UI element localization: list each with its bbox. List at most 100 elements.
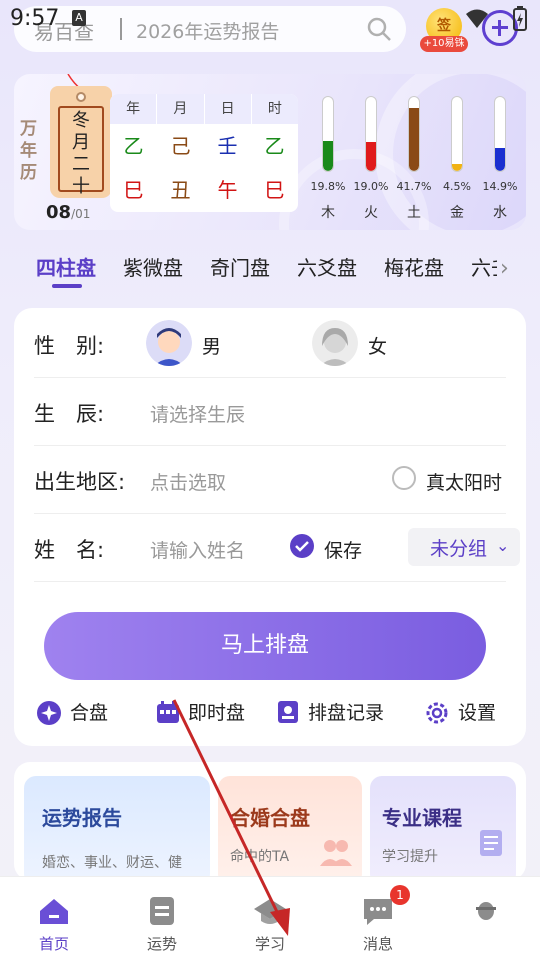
wannianli-char: 年 bbox=[20, 141, 37, 161]
element-tube bbox=[494, 96, 506, 172]
element-percent: 19.8% bbox=[310, 180, 346, 193]
element-fill bbox=[495, 148, 505, 171]
tool-hepan[interactable]: 合盘 bbox=[70, 698, 108, 725]
nav-label: 学习 bbox=[254, 935, 285, 953]
tab-liuyao[interactable]: 六爻盘 bbox=[297, 252, 357, 281]
chat-icon bbox=[364, 899, 392, 925]
bazi-table: 年 月 日 时 乙 己 壬 乙 巳 丑 午 巳 bbox=[110, 94, 298, 212]
nav-label: 首页 bbox=[38, 935, 69, 953]
nav-label: 运势 bbox=[146, 935, 177, 953]
nav-messages[interactable]: 1 消息 bbox=[324, 877, 432, 960]
chevron-down-icon: ⌄ bbox=[496, 536, 510, 555]
earthly-branch: 丑 bbox=[170, 178, 191, 202]
element-percent: 41.7% bbox=[396, 180, 432, 193]
save-checkbox-icon[interactable] bbox=[290, 534, 314, 558]
heavenly-stem: 乙 bbox=[264, 134, 285, 158]
tool-row: 合盘 即时盘 排盘记录 设置 bbox=[14, 690, 526, 736]
tab-ziwei[interactable]: 紫微盘 bbox=[123, 252, 183, 281]
heavenly-stem: 乙 bbox=[123, 134, 144, 158]
group-select[interactable]: 未分组 ⌄ bbox=[408, 528, 520, 566]
lunar-char: 二 bbox=[72, 154, 90, 175]
stem-row: 乙己壬乙 bbox=[110, 124, 298, 168]
lunar-char: 十 bbox=[72, 176, 90, 197]
save-label[interactable]: 保存 bbox=[324, 536, 362, 563]
nav-home[interactable]: 首页 bbox=[0, 877, 108, 960]
tab-meihua[interactable]: 梅花盘 bbox=[384, 252, 444, 281]
element-name: 金 bbox=[450, 205, 464, 221]
wannianli-char: 万 bbox=[20, 119, 37, 139]
card-subtitle: 婚恋、事业、财运、健 bbox=[42, 855, 182, 871]
nav-fortune[interactable]: 运势 bbox=[108, 877, 216, 960]
pillar-header: 日 bbox=[205, 94, 252, 124]
group-value: 未分组 bbox=[430, 538, 488, 560]
true-solar-radio[interactable] bbox=[392, 466, 416, 490]
card-courses[interactable]: 专业课程 学习提升 bbox=[370, 776, 516, 880]
wannianli-label: 万 年 历 bbox=[20, 118, 46, 184]
wifi-icon bbox=[466, 9, 488, 28]
gear-icon[interactable] bbox=[424, 700, 450, 726]
pillar-header: 时 bbox=[267, 101, 282, 117]
document-icon bbox=[150, 897, 174, 925]
solar-date: 08/01 bbox=[46, 202, 90, 223]
wannianli-char: 历 bbox=[20, 163, 37, 183]
female-avatar-icon[interactable] bbox=[312, 320, 358, 366]
element-fill bbox=[366, 142, 376, 171]
place-row[interactable]: 出生地区: 点击选取 真太阳时 bbox=[34, 446, 506, 514]
card-marriage-match[interactable]: 合婚合盘 命中的TA bbox=[218, 776, 362, 880]
earthly-branch: 午 bbox=[217, 178, 238, 202]
card-subtitle: 学习提升 bbox=[382, 849, 438, 865]
place-picker[interactable]: 点击选取 bbox=[150, 468, 226, 495]
nav-study[interactable]: 学习 bbox=[216, 877, 324, 960]
male-avatar-icon[interactable] bbox=[146, 320, 192, 366]
graduation-cap-icon bbox=[254, 899, 286, 924]
solar-month: /01 bbox=[71, 207, 91, 221]
tab-qimen[interactable]: 奇门盘 bbox=[210, 252, 270, 281]
notification-icon: A bbox=[72, 10, 86, 26]
place-label: 出生地区: bbox=[34, 470, 126, 494]
profile-icon bbox=[476, 902, 496, 920]
card-subtitle: 命中的TA bbox=[230, 849, 290, 865]
nav-label: 消息 bbox=[362, 935, 393, 953]
gender-row: 性 别: 男 女 bbox=[34, 310, 506, 378]
birth-picker[interactable]: 请选择生辰 bbox=[150, 400, 245, 427]
calendar-icon[interactable] bbox=[156, 700, 180, 724]
name-input[interactable]: 请输入姓名 bbox=[150, 536, 245, 563]
lunar-date: 冬 月 二 十 bbox=[58, 106, 104, 197]
element-fill bbox=[452, 164, 462, 171]
scroll-icon bbox=[480, 830, 502, 856]
chevron-right-icon[interactable]: › bbox=[500, 256, 509, 281]
five-elements-chart: 19.8% 木 19.0% 火 41.7% 土 4.5% 金 14.9% 水 bbox=[310, 92, 524, 224]
element-tube bbox=[408, 96, 420, 172]
earthly-branch: 巳 bbox=[264, 178, 285, 202]
merge-chart-icon[interactable] bbox=[36, 700, 62, 726]
female-option[interactable]: 女 bbox=[368, 332, 387, 359]
element-percent: 19.0% bbox=[353, 180, 389, 193]
element-percent: 4.5% bbox=[443, 180, 471, 193]
nav-profile[interactable] bbox=[432, 877, 540, 960]
element-gauge: 14.9% 水 bbox=[482, 92, 526, 224]
tab-liuren[interactable]: 六壬 bbox=[471, 252, 497, 281]
birth-row[interactable]: 生 辰: 请选择生辰 bbox=[34, 378, 506, 446]
pillar-header: 月 bbox=[157, 94, 205, 124]
true-solar-label[interactable]: 真太阳时 bbox=[426, 468, 502, 495]
tab-sizhu[interactable]: 四柱盘 bbox=[36, 252, 96, 281]
element-name: 火 bbox=[364, 205, 378, 221]
battery-icon bbox=[513, 6, 527, 31]
record-icon[interactable] bbox=[276, 700, 300, 724]
tool-jishipan[interactable]: 即时盘 bbox=[188, 698, 245, 725]
tag-hole bbox=[76, 92, 86, 102]
element-fill bbox=[409, 108, 419, 171]
element-tube bbox=[451, 96, 463, 172]
tool-records[interactable]: 排盘记录 bbox=[308, 698, 384, 725]
card-fortune-report[interactable]: 运势报告 婚恋、事业、财运、健 bbox=[24, 776, 210, 880]
element-gauge: 19.8% 木 bbox=[310, 92, 354, 224]
male-option[interactable]: 男 bbox=[202, 332, 221, 359]
calendar-card[interactable]: 万 年 历 冬 月 二 十 08/01 年 月 日 时 乙 己 壬 乙 巳 丑 午 巳 19… bbox=[14, 74, 526, 230]
name-label: 姓 名: bbox=[34, 538, 105, 562]
submit-button[interactable]: 马上排盘 bbox=[44, 612, 486, 680]
branch-row: 巳丑午巳 bbox=[110, 168, 298, 212]
chart-type-tabs: 四柱盘 紫微盘 奇门盘 六爻盘 梅花盘 六壬 › bbox=[0, 246, 540, 292]
tool-settings[interactable]: 设置 bbox=[458, 698, 496, 725]
element-tube bbox=[322, 96, 334, 172]
element-tube bbox=[365, 96, 377, 172]
